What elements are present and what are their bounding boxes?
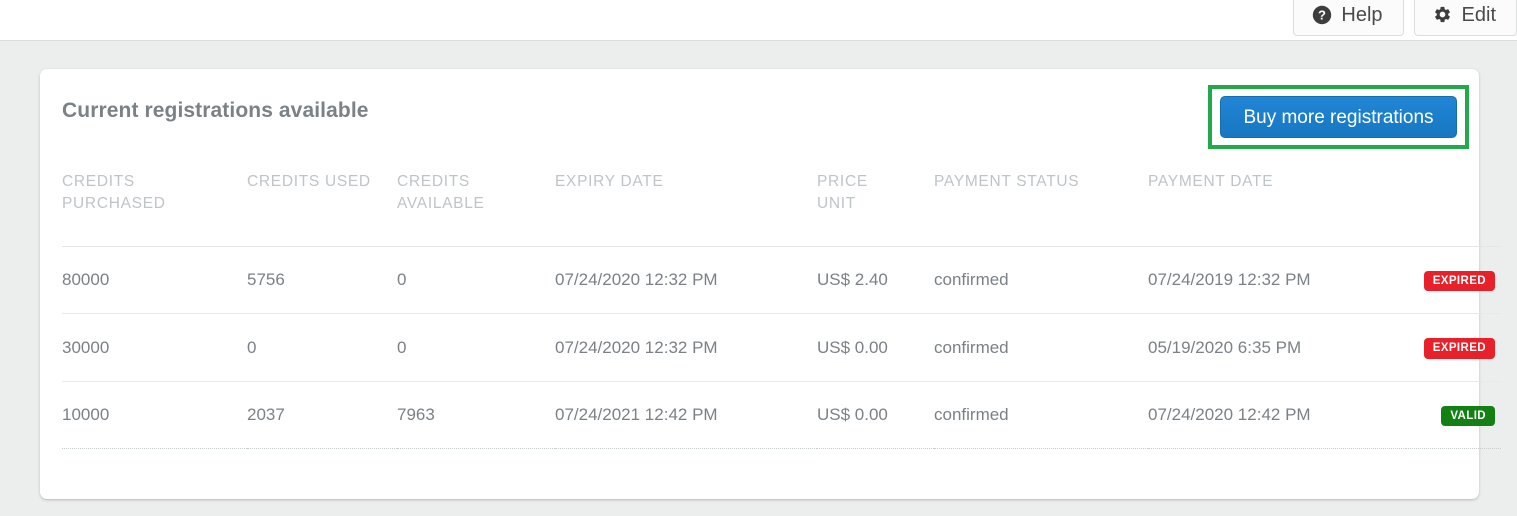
cell-payment-status: confirmed (934, 381, 1148, 450)
top-bar: ? Help Edit (0, 0, 1517, 41)
cell-price-unit: US$ 0.00 (817, 313, 934, 382)
gear-icon (1433, 5, 1453, 25)
column-header-payment-date: PAYMENT DATE (1148, 157, 1406, 247)
column-header-price-unit: PRICE UNIT (817, 157, 934, 247)
column-header-payment-status: PAYMENT STATUS (934, 157, 1148, 247)
card-header: Current registrations available Buy more… (40, 69, 1479, 157)
column-header-credits-available: CREDITS AVAILABLE (397, 157, 555, 247)
status-badge: EXPIRED (1423, 270, 1495, 292)
cell-price-unit: US$ 2.40 (817, 246, 934, 315)
registrations-card: Current registrations available Buy more… (40, 69, 1501, 499)
svg-text:?: ? (1318, 7, 1326, 22)
cell-expiry-date: 07/24/2021 12:42 PM (555, 381, 817, 450)
credits-table-wrapper: CREDITS PURCHASED CREDITS USED CREDITS A… (40, 157, 1501, 450)
cell-credits-available: 0 (397, 246, 555, 315)
cell-payment-date: 07/24/2019 12:32 PM (1148, 246, 1406, 315)
cell-credits-available: 7963 (397, 381, 555, 450)
top-bar-actions: ? Help Edit (1293, 0, 1517, 36)
cell-credits-purchased: 30000 (62, 313, 247, 382)
buy-button-highlight-annotation: Buy more registrations (1208, 85, 1469, 149)
cell-credits-used: 0 (247, 313, 397, 382)
credits-table-head: CREDITS PURCHASED CREDITS USED CREDITS A… (62, 157, 1501, 247)
column-header-status (1406, 157, 1501, 247)
column-header-credits-purchased: CREDITS PURCHASED (62, 157, 247, 247)
column-header-expiry-date: EXPIRY DATE (555, 157, 817, 247)
cell-expiry-date: 07/24/2020 12:32 PM (555, 313, 817, 382)
cell-credits-purchased: 80000 (62, 246, 247, 315)
cell-payment-status: confirmed (934, 246, 1148, 315)
cell-payment-status: confirmed (934, 313, 1148, 382)
cell-price-unit: US$ 0.00 (817, 381, 934, 450)
cell-status-badge: VALID (1406, 381, 1501, 450)
help-button-label: Help (1341, 3, 1383, 26)
cell-credits-purchased: 10000 (62, 381, 247, 450)
cell-credits-used: 2037 (247, 381, 397, 450)
table-row: 30000 0 0 07/24/2020 12:32 PM US$ 0.00 c… (62, 313, 1501, 382)
question-circle-icon: ? (1312, 5, 1332, 25)
status-badge: EXPIRED (1423, 338, 1495, 359)
cell-expiry-date: 07/24/2020 12:32 PM (555, 246, 817, 315)
edit-button-label: Edit (1461, 3, 1496, 26)
status-badge: VALID (1441, 405, 1495, 427)
cell-status-badge: EXPIRED (1406, 246, 1501, 315)
column-header-credits-used: CREDITS USED (247, 157, 397, 247)
credits-table-body: 80000 5756 0 07/24/2020 12:32 PM US$ 2.4… (62, 246, 1501, 450)
help-button[interactable]: ? Help (1293, 0, 1404, 36)
buy-more-registrations-button[interactable]: Buy more registrations (1220, 96, 1457, 138)
table-row: 80000 5756 0 07/24/2020 12:32 PM US$ 2.4… (62, 246, 1501, 315)
page-title: Current registrations available (62, 99, 369, 122)
cell-credits-used: 5756 (247, 246, 397, 315)
edit-button[interactable]: Edit (1413, 0, 1517, 36)
cell-credits-available: 0 (397, 313, 555, 382)
cell-status-badge: EXPIRED (1406, 313, 1501, 382)
table-row: 10000 2037 7963 07/24/2021 12:42 PM US$ … (62, 381, 1501, 450)
table-header-row: CREDITS PURCHASED CREDITS USED CREDITS A… (62, 157, 1501, 247)
cell-payment-date: 05/19/2020 6:35 PM (1148, 313, 1406, 382)
credits-table: CREDITS PURCHASED CREDITS USED CREDITS A… (62, 157, 1501, 450)
cell-payment-date: 07/24/2020 12:42 PM (1148, 381, 1406, 450)
